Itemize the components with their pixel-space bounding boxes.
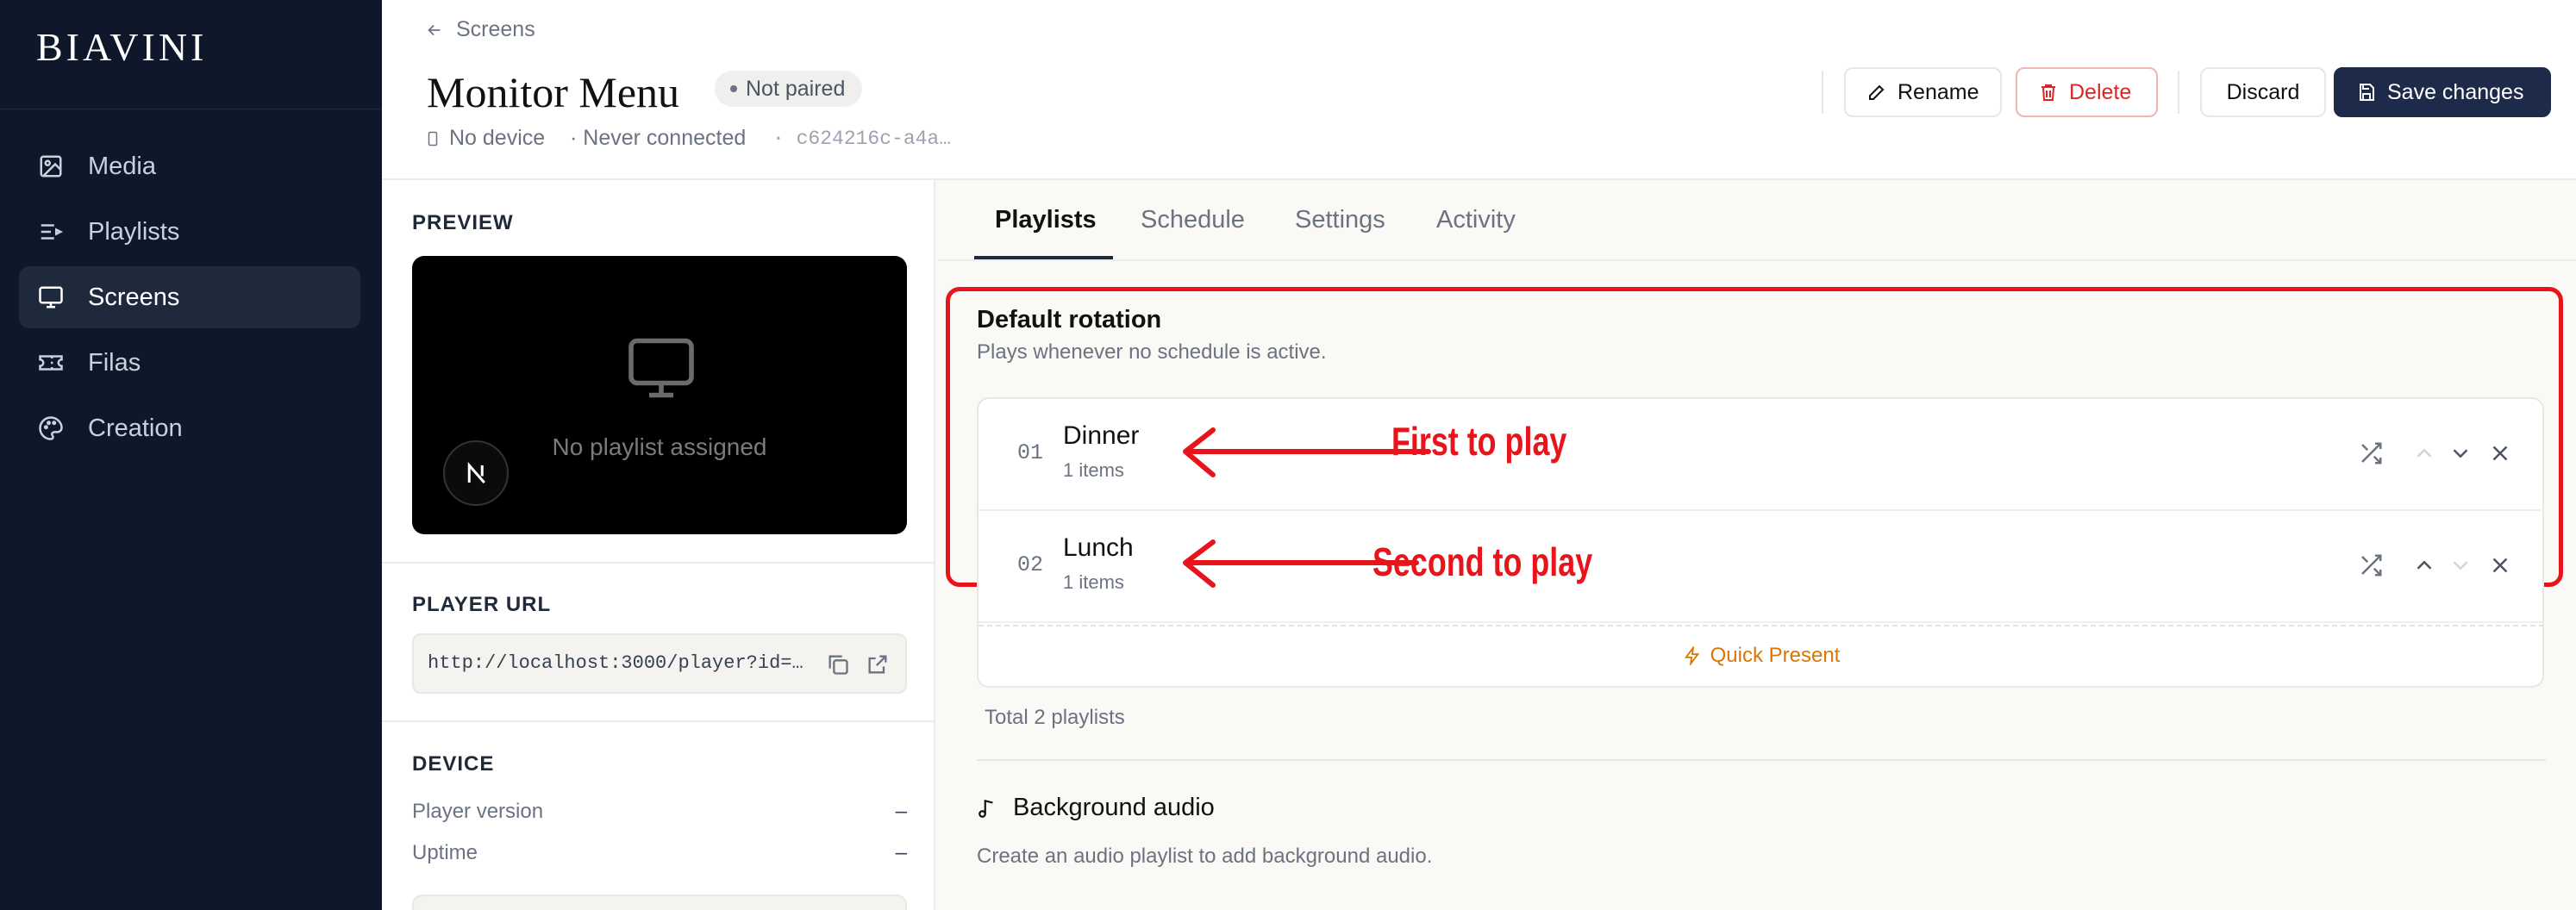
discard-button[interactable]: Discard [2200,67,2326,117]
divider [977,759,2546,761]
sidebar-item-label: Screens [88,284,180,311]
divider [1822,71,1823,114]
tab-bar: Playlists Schedule Settings Activity [937,180,2576,261]
chevron-down-icon[interactable] [2448,440,2473,466]
annotation-first: First to play [1391,419,1567,464]
annotation-second: Second to play [1372,539,1593,584]
device-row-key: Player version [412,800,544,823]
shuffle-icon[interactable] [2358,440,2384,466]
rotation-title: Default rotation [977,306,1162,333]
rotation-subtitle: Plays whenever no schedule is active. [977,340,1327,364]
preview-title: PREVIEW [412,211,514,234]
discard-label: Discard [2226,80,2300,104]
background-audio-title: Background audio [1013,794,1215,821]
details-panel: PREVIEW No playlist assigned PLAYER URL … [382,180,935,910]
save-icon [2360,84,2374,101]
quick-present-label: Quick Present [1710,644,1841,667]
list-icon [41,224,64,240]
status-dot [730,85,737,92]
nextjs-badge[interactable] [443,440,509,506]
delete-button[interactable]: Delete [2016,67,2158,117]
save-changes-button[interactable]: Save changes [2334,67,2551,117]
close-icon[interactable] [2487,440,2513,466]
status-badge-label: Not paired [746,77,846,101]
device-row-value: – [895,800,907,823]
item-name: Dinner [1063,421,1140,450]
sidebar-item-label: Playlists [88,218,180,246]
playlist-total: Total 2 playlists [985,706,1125,729]
page-title: Monitor Menu [427,68,680,116]
save-label: Save changes [2387,80,2524,104]
chevron-up-icon[interactable] [2411,440,2437,466]
sidebar-item-filas[interactable]: Filas [19,332,360,394]
player-url-value: http://localhost:3000/player?id=… [428,652,803,674]
screen-id: · c624216c-a4a… [772,128,952,150]
tab-playlists[interactable]: Playlists [995,206,1097,234]
sidebar-item-creation[interactable]: Creation [19,397,360,459]
delete-label: Delete [2069,80,2132,104]
external-link-icon[interactable] [866,652,890,676]
chevron-down-icon[interactable] [2448,552,2473,578]
item-count: 1 items [1063,459,1124,481]
breadcrumb[interactable]: Screens [425,17,535,42]
arrow-left-icon [428,24,441,35]
trash-icon [2041,84,2055,101]
background-audio-hint: Create an audio playlist to add backgrou… [977,845,1433,868]
player-url-field[interactable]: http://localhost:3000/player?id=… [412,633,907,694]
rename-label: Rename [1898,80,1979,104]
divider [382,562,935,564]
breadcrumb-label: Screens [456,17,535,41]
sidebar-item-label: Filas [88,349,141,377]
rename-button[interactable]: Rename [1844,67,2002,117]
sidebar-item-playlists[interactable]: Playlists [19,201,360,263]
chevron-up-icon[interactable] [2411,552,2437,578]
sidebar-item-media[interactable]: Media [19,135,360,197]
main-content: Playlists Schedule Settings Activity Def… [937,180,2576,910]
device-card [412,894,907,910]
tab-activity[interactable]: Activity [1436,206,1516,234]
screen-preview: No playlist assigned [412,256,907,534]
device-row: Uptime – [412,841,907,865]
divider [2178,71,2179,114]
monitor-icon [628,338,694,398]
status-badge: Not paired [715,71,863,107]
phone-icon [428,131,438,146]
close-icon[interactable] [2487,552,2513,578]
image-icon [40,155,62,178]
copy-icon[interactable] [826,652,850,676]
connection-label: · Never connected [570,126,747,150]
sidebar-item-label: Creation [88,414,183,442]
device-row: Player version – [412,800,907,824]
item-number: 02 [1017,552,1044,577]
device-title: DEVICE [412,752,495,776]
sidebar: BIAVINI Media Playlists Screens Filas Cr… [0,0,382,910]
page-header: Screens Monitor Menu Not paired No devic… [382,0,2576,180]
shuffle-icon[interactable] [2358,552,2384,578]
device-row-value: – [895,841,907,864]
palette-icon [39,416,63,440]
music-note-icon [979,799,993,818]
sidebar-item-screens[interactable]: Screens [19,266,360,328]
divider [382,720,935,722]
divider [979,625,2544,626]
active-tab-indicator [974,256,1113,259]
quick-present-button[interactable]: Quick Present [979,644,2544,668]
player-url-title: PLAYER URL [412,593,552,616]
device-meta: No device [425,126,545,151]
bolt-icon [1684,646,1699,665]
item-name: Lunch [1063,533,1134,562]
n-logo-icon [467,462,485,483]
item-count: 1 items [1063,571,1124,593]
tab-settings[interactable]: Settings [1295,206,1385,234]
sidebar-item-label: Media [88,153,156,180]
device-row-key: Uptime [412,841,478,864]
tab-schedule[interactable]: Schedule [1141,206,1245,234]
pencil-icon [1869,84,1885,100]
background-audio-header: Background audio [977,794,1215,822]
ticket-icon [39,355,63,371]
item-number: 01 [1017,440,1044,465]
device-label: No device [449,126,546,150]
monitor-icon [39,286,63,309]
app-logo: BIAVINI [36,25,208,69]
